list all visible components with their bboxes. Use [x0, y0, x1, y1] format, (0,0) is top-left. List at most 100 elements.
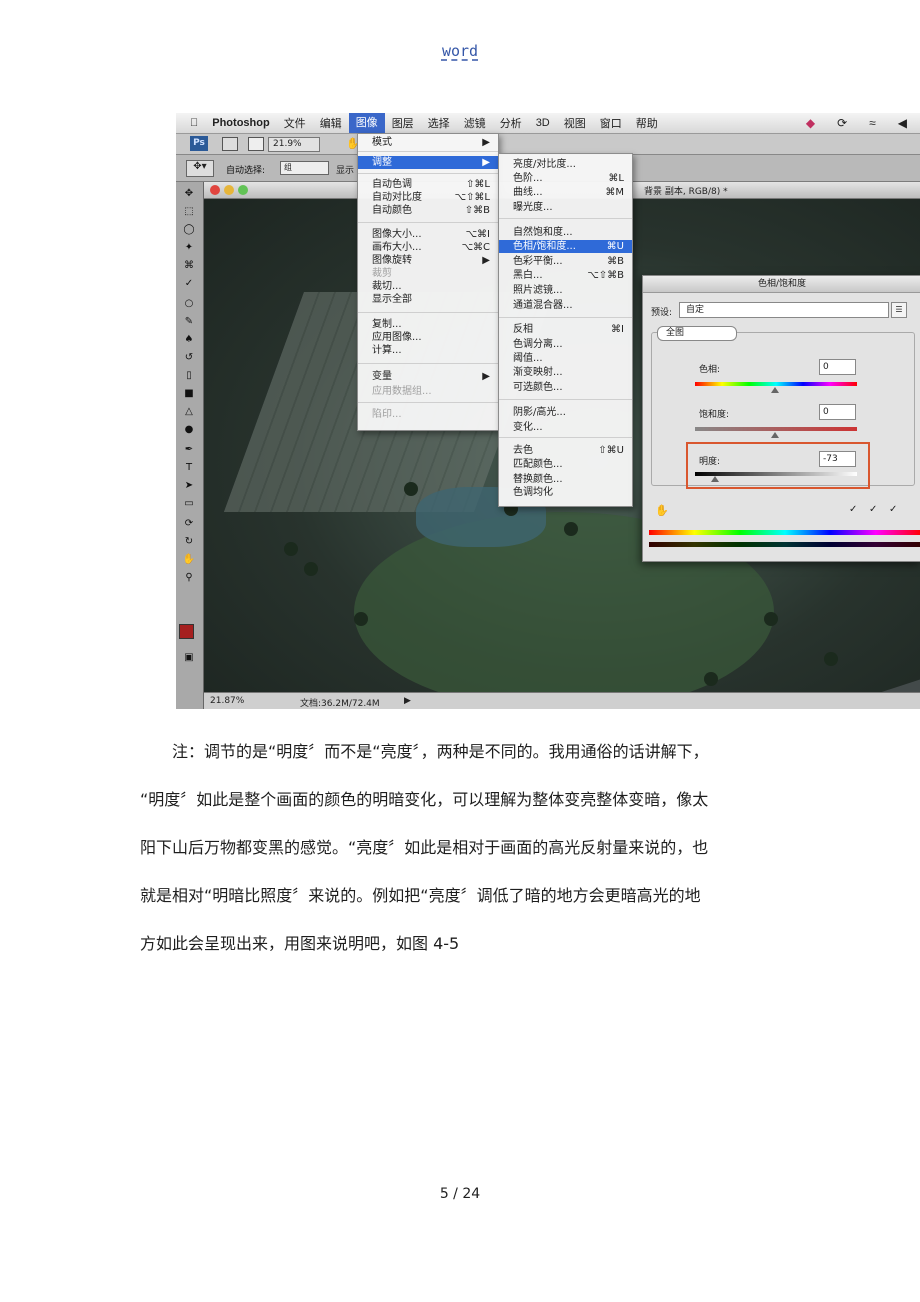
menu-item[interactable]: 变量 ▶: [358, 370, 498, 383]
eraser-icon[interactable]: ▯: [182, 370, 196, 382]
menu-item[interactable]: 调整 ▶: [358, 156, 498, 169]
menu-item[interactable]: 渐变映射...: [499, 366, 632, 379]
menu-item[interactable]: 色调分离...: [499, 338, 632, 351]
healing-icon[interactable]: ○: [182, 298, 196, 310]
saturation-slider-track[interactable]: [695, 427, 857, 431]
wifi-icon[interactable]: ≈: [862, 116, 883, 130]
shape-icon[interactable]: ▭: [182, 498, 196, 510]
eyedropper-icon[interactable]: ✓: [849, 504, 857, 515]
saturation-value-field[interactable]: 0: [819, 404, 856, 420]
menu-item[interactable]: 通道混合器...: [499, 299, 632, 312]
menu-item[interactable]: 去色 ⇧⌘U: [499, 444, 632, 457]
menu-item[interactable]: 显示全部: [358, 293, 498, 306]
marquee-icon[interactable]: ⬚: [182, 206, 196, 218]
menu-item[interactable]: 图像旋转 ▶: [358, 254, 498, 267]
foreground-color-swatch[interactable]: [179, 624, 194, 639]
menu-select[interactable]: 选择: [421, 115, 457, 131]
show-transform-label[interactable]: 显示: [336, 163, 354, 176]
saturation-slider-thumb[interactable]: [771, 432, 779, 438]
menu-edit[interactable]: 编辑: [313, 115, 349, 131]
menu-item[interactable]: 可选颜色...: [499, 381, 632, 394]
menu-window[interactable]: 窗口: [593, 115, 629, 131]
menu-item[interactable]: 黑白... ⌥⇧⌘B: [499, 269, 632, 282]
orbit-3d-icon[interactable]: ↻: [182, 536, 196, 548]
preset-menu-icon[interactable]: ☰: [891, 302, 907, 318]
gradient-icon[interactable]: ■: [182, 388, 196, 400]
zoom-icon[interactable]: ⚲: [182, 572, 196, 584]
lasso-icon[interactable]: ◯: [182, 224, 196, 236]
menu-item[interactable]: 阈值...: [499, 352, 632, 365]
lightness-value-field[interactable]: -73: [819, 451, 856, 467]
menu-item[interactable]: 图像大小... ⌥⌘I: [358, 228, 498, 241]
bridge-icon[interactable]: [222, 137, 238, 151]
hue-slider-thumb[interactable]: [771, 387, 779, 393]
eyedropper-add-icon[interactable]: ✓: [869, 504, 877, 515]
move-tool-icon[interactable]: ✥▾: [186, 160, 214, 177]
type-icon[interactable]: T: [182, 462, 196, 474]
menu-item[interactable]: 自动颜色 ⇧⌘B: [358, 204, 498, 217]
menu-app-name[interactable]: Photoshop: [205, 117, 276, 129]
quick-mask-icon[interactable]: ▣: [182, 652, 196, 664]
rotate-3d-icon[interactable]: ⟳: [182, 518, 196, 530]
bookmark-icon[interactable]: ◆: [799, 116, 822, 130]
minimize-icon[interactable]: [224, 185, 234, 195]
lightness-slider-thumb[interactable]: [711, 476, 719, 482]
history-brush-icon[interactable]: ↺: [182, 352, 196, 364]
eyedropper-subtract-icon[interactable]: ✓: [889, 504, 897, 515]
move-icon[interactable]: ✥: [182, 188, 196, 200]
menu-item[interactable]: 匹配颜色...: [499, 458, 632, 471]
hue-value-field[interactable]: 0: [819, 359, 856, 375]
menu-item[interactable]: 模式 ▶: [358, 136, 498, 149]
menu-3d[interactable]: 3D: [529, 117, 557, 129]
menu-item[interactable]: 色相/饱和度... ⌘U: [499, 240, 632, 253]
menu-item[interactable]: 亮度/对比度...: [499, 158, 632, 171]
menu-image[interactable]: 图像: [348, 113, 385, 133]
menu-item[interactable]: 自动色调 ⇧⌘L: [358, 178, 498, 191]
zoom-field[interactable]: 21.9%: [268, 137, 320, 152]
menu-item[interactable]: 变化...: [499, 421, 632, 434]
menu-analysis[interactable]: 分析: [493, 115, 529, 131]
path-select-icon[interactable]: ➤: [182, 480, 196, 492]
status-arrow-icon[interactable]: ▶: [404, 696, 411, 706]
blur-icon[interactable]: △: [182, 406, 196, 418]
hand-icon[interactable]: ✋: [182, 554, 196, 566]
screen-mode-icon[interactable]: [248, 137, 264, 151]
volume-icon[interactable]: ◀: [891, 116, 914, 130]
menu-item[interactable]: 曲线... ⌘M: [499, 186, 632, 199]
menu-item[interactable]: 画布大小... ⌥⌘C: [358, 241, 498, 254]
hand-adjust-icon[interactable]: ✋: [655, 504, 669, 517]
preset-dropdown[interactable]: 自定: [679, 302, 889, 318]
menu-item[interactable]: 自动对比度 ⌥⇧⌘L: [358, 191, 498, 204]
menu-item[interactable]: 色阶... ⌘L: [499, 172, 632, 185]
status-zoom[interactable]: 21.87%: [210, 696, 244, 706]
menu-item[interactable]: 裁切...: [358, 280, 498, 293]
menu-help[interactable]: 帮助: [629, 115, 665, 131]
close-icon[interactable]: [210, 185, 220, 195]
menu-layer[interactable]: 图层: [385, 115, 421, 131]
menu-file[interactable]: 文件: [277, 115, 313, 131]
crop-icon[interactable]: ⌘: [182, 260, 196, 272]
menu-item[interactable]: 曝光度...: [499, 201, 632, 214]
menu-item[interactable]: 应用图像...: [358, 331, 498, 344]
menu-item[interactable]: 复制...: [358, 318, 498, 331]
menu-item[interactable]: 照片滤镜...: [499, 284, 632, 297]
apple-icon[interactable]: : [176, 117, 205, 129]
pen-icon[interactable]: ✒: [182, 444, 196, 456]
magic-wand-icon[interactable]: ✦: [182, 242, 196, 254]
stamp-icon[interactable]: ♠: [182, 334, 196, 346]
menu-item[interactable]: 自然饱和度...: [499, 226, 632, 239]
menu-filter[interactable]: 滤镜: [457, 115, 493, 131]
menu-item[interactable]: 替换颜色...: [499, 473, 632, 486]
zoom-window-icon[interactable]: [238, 185, 248, 195]
menu-item[interactable]: 计算...: [358, 344, 498, 357]
sync-icon[interactable]: ⟳: [830, 116, 854, 130]
hue-slider-track[interactable]: [695, 382, 857, 386]
menu-item[interactable]: 反相 ⌘I: [499, 323, 632, 336]
auto-select-dropdown[interactable]: 组: [280, 161, 329, 175]
eyedropper-icon[interactable]: ✓: [182, 278, 196, 290]
brush-icon[interactable]: ✎: [182, 316, 196, 328]
menu-item[interactable]: 阴影/高光...: [499, 406, 632, 419]
menu-view[interactable]: 视图: [557, 115, 593, 131]
lightness-slider-track[interactable]: [695, 472, 857, 476]
dodge-icon[interactable]: ●: [182, 424, 196, 436]
